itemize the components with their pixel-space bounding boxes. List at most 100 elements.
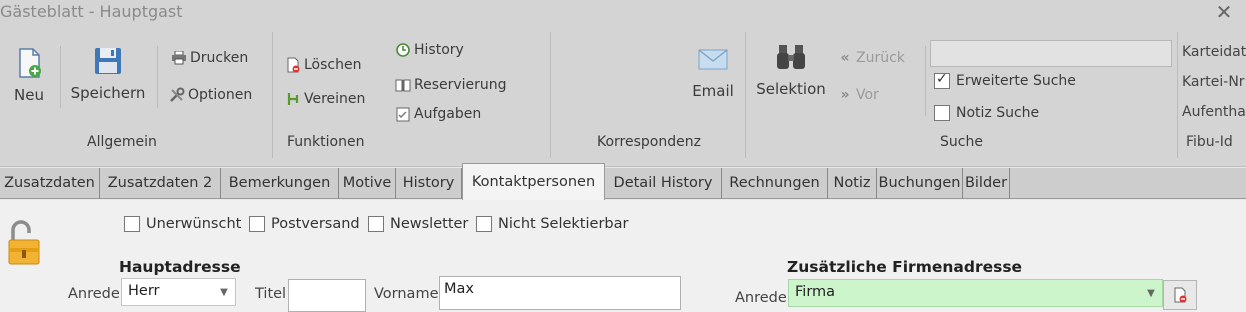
ribbon: Neu Speichern Drucken Optionen Allgemein… (0, 26, 1246, 167)
group-separator (550, 32, 551, 158)
postversand-checkbox[interactable]: Postversand (249, 216, 360, 232)
zurueck-button[interactable]: « Zurück (836, 50, 905, 66)
search-input[interactable] (930, 40, 1172, 67)
delete-document-icon (1174, 287, 1187, 303)
history-button[interactable]: History (394, 42, 464, 58)
fibu-id-label: Fibu-Id (1186, 134, 1233, 150)
zurueck-label: Zurück (856, 50, 905, 66)
delete-document-icon (284, 57, 302, 73)
drucken-label: Drucken (190, 50, 249, 66)
newsletter-checkbox[interactable]: Newsletter (368, 216, 468, 232)
vereinen-button[interactable]: Vereinen (284, 91, 365, 107)
group-label-funktionen: Funktionen (287, 134, 365, 150)
neu-label: Neu (14, 86, 44, 104)
history-label: History (414, 42, 464, 58)
separator (60, 46, 61, 108)
vereinen-label: Vereinen (304, 91, 366, 107)
group-separator (745, 32, 746, 158)
anrede-label: Anrede (68, 286, 120, 302)
chevron-down-icon: ▼ (1147, 287, 1155, 299)
aufenthalt-label: Aufentha (1182, 104, 1246, 120)
unerwuenscht-label: Unerwünscht (146, 216, 242, 232)
nicht-selektierbar-checkbox[interactable]: Nicht Selektierbar (476, 216, 628, 232)
group-label-korrespondenz: Korrespondenz (597, 134, 701, 150)
vor-button[interactable]: » Vor (836, 87, 878, 103)
selektion-button[interactable]: Selektion (756, 40, 826, 98)
tab-history[interactable]: History (396, 168, 462, 199)
tab-detail-history[interactable]: Detail History (605, 168, 722, 199)
firma-anrede-value: Firma (795, 284, 836, 300)
firma-anrede-label: Anrede (735, 290, 787, 306)
history-icon (394, 42, 412, 58)
tab-buchungen[interactable]: Buchungen (877, 168, 963, 199)
double-chevron-right-icon: » (840, 87, 850, 103)
group-separator (1177, 32, 1178, 158)
kontaktpersonen-panel: Unerwünscht Postversand Newsletter Nicht… (0, 200, 1246, 312)
new-document-icon (19, 48, 41, 78)
vorname-label: Vorname (374, 286, 439, 302)
separator (157, 46, 158, 108)
tab-motive[interactable]: Motive (339, 168, 396, 199)
tab-bemerkungen[interactable]: Bemerkungen (221, 168, 339, 199)
nicht-selektierbar-label: Nicht Selektierbar (498, 216, 629, 232)
kartei-nr-label: Kartei-Nr (1182, 74, 1245, 90)
reservierung-label: Reservierung (414, 77, 507, 93)
titel-label: Titel (255, 286, 287, 302)
erweiterte-suche-label: Erweiterte Suche (956, 73, 1076, 89)
tab-kontaktpersonen[interactable]: Kontaktpersonen (462, 163, 605, 200)
tools-icon (168, 87, 186, 103)
hauptadresse-header: Hauptadresse (119, 258, 241, 276)
notiz-suche-label: Notiz Suche (956, 105, 1040, 121)
anrede-select[interactable]: Herr ▼ (121, 278, 236, 306)
firma-anrede-select[interactable]: Firma ▼ (788, 279, 1163, 307)
optionen-button[interactable]: Optionen (168, 87, 252, 103)
tab-notiz[interactable]: Notiz (828, 168, 877, 199)
merge-icon (284, 91, 302, 107)
tab-bilder[interactable]: Bilder (963, 168, 1010, 199)
title-bar: Gästeblatt - Hauptgast ✕ (0, 0, 1246, 26)
group-separator (272, 32, 273, 158)
email-button[interactable]: Email (690, 42, 736, 100)
delete-firmenadresse-button[interactable] (1163, 280, 1197, 310)
double-chevron-left-icon: « (840, 50, 850, 66)
selektion-label: Selektion (756, 80, 826, 98)
tab-zusatzdaten[interactable]: Zusatzdaten (0, 168, 100, 199)
unlocked-padlock-icon[interactable] (8, 220, 40, 266)
aufgaben-button[interactable]: Aufgaben (394, 106, 481, 122)
titel-input[interactable] (288, 279, 366, 312)
separator (925, 46, 926, 116)
karteidatum-label: Karteidatu (1182, 44, 1246, 60)
envelope-icon (698, 49, 728, 70)
close-icon[interactable]: ✕ (1214, 2, 1234, 22)
vorname-input[interactable]: Max (439, 276, 681, 310)
group-label-suche: Suche (940, 134, 983, 150)
loeschen-label: Löschen (304, 57, 362, 73)
erweiterte-suche-checkbox[interactable]: Erweiterte Suche (934, 71, 1076, 89)
checkbox-unchecked-icon (368, 216, 384, 232)
speichern-button[interactable]: Speichern (70, 44, 146, 102)
loeschen-button[interactable]: Löschen (284, 57, 361, 73)
printer-icon (170, 50, 188, 66)
book-icon (394, 77, 412, 93)
group-label-allgemein: Allgemein (87, 134, 157, 150)
chevron-down-icon: ▼ (220, 286, 228, 298)
drucken-button[interactable]: Drucken (170, 50, 248, 66)
reservierung-button[interactable]: Reservierung (394, 77, 507, 93)
task-list-icon (394, 106, 412, 122)
checkbox-unchecked-icon (934, 105, 950, 121)
firmenadresse-header: Zusätzliche Firmenadresse (787, 258, 1023, 276)
tab-rechnungen[interactable]: Rechnungen (722, 168, 828, 199)
neu-button[interactable]: Neu (8, 46, 50, 104)
window-title: Gästeblatt - Hauptgast (0, 2, 183, 21)
checkbox-unchecked-icon (124, 216, 140, 232)
unerwuenscht-checkbox[interactable]: Unerwünscht (124, 216, 241, 232)
tab-bar: Zusatzdaten Zusatzdaten 2 Bemerkungen Mo… (0, 163, 1246, 200)
checkbox-unchecked-icon (476, 216, 492, 232)
optionen-label: Optionen (188, 87, 253, 103)
checkbox-checked-icon (934, 71, 950, 89)
postversand-label: Postversand (271, 216, 360, 232)
tab-zusatzdaten-2[interactable]: Zusatzdaten 2 (100, 168, 221, 199)
notiz-suche-checkbox[interactable]: Notiz Suche (934, 105, 1039, 121)
email-label: Email (692, 82, 734, 100)
aufgaben-label: Aufgaben (414, 106, 482, 122)
